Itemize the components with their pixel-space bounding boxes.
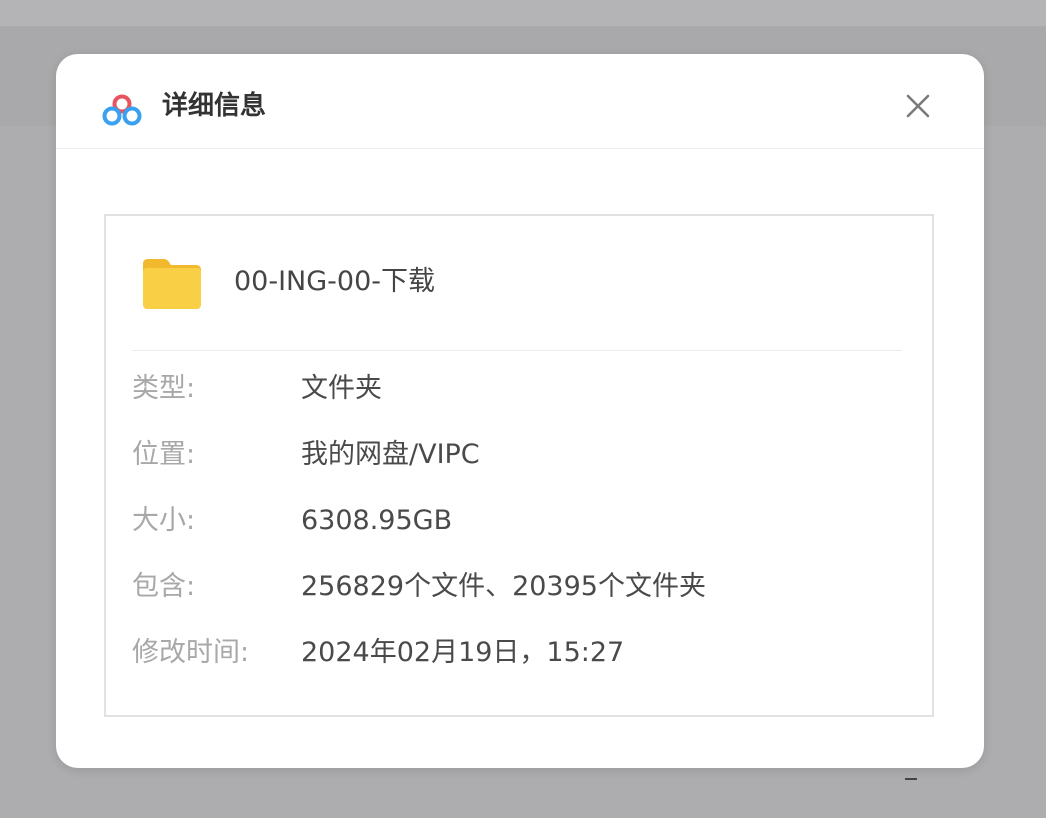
detail-row-size: 大小: 6308.95GB bbox=[132, 503, 902, 539]
file-info-panel: 00-ING-00-下载 类型: 文件夹 位置: 我的网盘/VIPC 大小: 6… bbox=[104, 214, 934, 717]
close-icon[interactable] bbox=[904, 92, 932, 120]
baidu-netdisk-logo-icon bbox=[102, 94, 142, 126]
detail-label: 类型: bbox=[132, 373, 196, 404]
detail-value: 6308.95GB bbox=[301, 505, 453, 536]
detail-row-modified: 修改时间: 2024年02月19日，15:27 bbox=[132, 635, 902, 671]
detail-value: 文件夹 bbox=[301, 373, 382, 404]
background-top-strip bbox=[0, 0, 1046, 26]
dialog-title: 详细信息 bbox=[162, 91, 267, 121]
detail-value: 我的网盘/VIPC bbox=[301, 439, 480, 470]
detail-value: 2024年02月19日，15:27 bbox=[301, 637, 625, 668]
detail-row-contains: 包含: 256829个文件、20395个文件夹 bbox=[132, 569, 902, 605]
file-name: 00-ING-00-下载 bbox=[234, 266, 436, 297]
divider bbox=[132, 350, 902, 351]
folder-icon bbox=[143, 259, 201, 309]
detail-row-type: 类型: 文件夹 bbox=[132, 371, 902, 407]
detail-value: 256829个文件、20395个文件夹 bbox=[301, 571, 706, 602]
detail-label: 大小: bbox=[132, 505, 196, 536]
detail-label: 修改时间: bbox=[132, 637, 250, 668]
dialog-header: 详细信息 bbox=[56, 54, 984, 149]
detail-label: 位置: bbox=[132, 439, 196, 470]
details-dialog: 详细信息 00-ING-00-下载 类型: 文件夹 位置: 我的网盘/VIPC … bbox=[56, 54, 984, 768]
background-minimize-dash bbox=[905, 778, 917, 780]
detail-label: 包含: bbox=[132, 571, 196, 602]
detail-row-location: 位置: 我的网盘/VIPC bbox=[132, 437, 902, 473]
